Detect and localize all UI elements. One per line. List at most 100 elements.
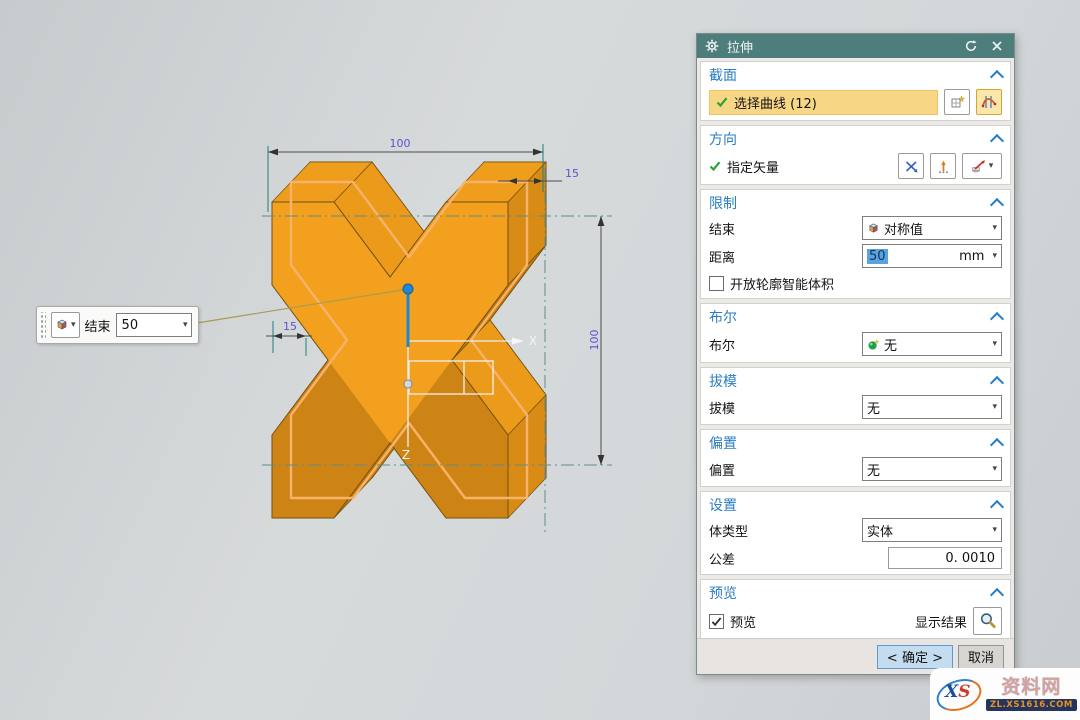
settings-card-header[interactable]: 设置 [701,492,1010,518]
boolean-dropdown[interactable]: 无 ▾ [862,332,1002,356]
distance-label: 距离 [709,247,735,266]
preview-card: 预览 预览 显示结果 [700,579,1011,638]
viewport-annotation-text: Z [402,448,410,462]
vector-arrow-icon [936,159,951,174]
draft-card-header[interactable]: 拔模 [701,368,1010,394]
boolean-none-icon [867,338,880,351]
offset-dropdown[interactable]: 无 ▾ [862,457,1002,481]
direction-card-title: 方向 [709,129,737,149]
sketch-section-icon [950,95,965,110]
close-button[interactable] [988,37,1006,55]
draft-dropdown[interactable]: 无 ▾ [862,395,1002,419]
offset-card-header[interactable]: 偏置 [701,430,1010,456]
offset-label: 偏置 [709,460,735,479]
dialog-title: 拉伸 [727,37,753,56]
boolean-card-header[interactable]: 布尔 [701,304,1010,330]
curve-rule-button[interactable] [976,89,1002,115]
dialog-titlebar[interactable]: 拉伸 [697,34,1014,58]
watermark-logo-s: S [958,682,970,702]
end-label: 结束 [709,219,735,238]
curve-icon [981,94,997,110]
collapse-chevron-icon[interactable] [990,70,1004,84]
chevron-down-icon: ▾ [989,162,994,171]
limits-card-header[interactable]: 限制 [701,190,1010,216]
application-window: XZ1001515100 ▾ 结束 50 ▾ [0,0,1080,720]
viewport-annotation-text: 100 [390,137,411,150]
floating-distance-toolbar[interactable]: ▾ 结束 50 ▾ [36,306,199,344]
toolbar-drag-handle[interactable] [39,312,46,338]
collapse-chevron-icon[interactable] [990,376,1004,390]
limits-card-title: 限制 [709,193,737,213]
dimension-arrow [297,333,306,339]
distance-input[interactable]: 50 mm ▾ [862,244,1002,268]
dimension-arrow [598,216,605,226]
chevron-down-icon: ▾ [992,526,997,535]
vector-dialog-button[interactable] [898,153,924,179]
end-label: 结束 [85,316,111,335]
check-icon [716,96,728,108]
end-type-dropdown[interactable]: 对称值 ▾ [862,216,1002,240]
check-icon [709,160,721,172]
open-profile-label: 开放轮廓智能体积 [730,274,834,293]
collapse-chevron-icon[interactable] [990,500,1004,514]
sketch-section-button[interactable] [944,89,970,115]
collapse-chevron-icon[interactable] [990,588,1004,602]
chevron-down-icon: ▾ [992,340,997,349]
settings-card: 设置 体类型 实体 ▾ 公差 0. 0010 [700,491,1011,575]
preview-card-header[interactable]: 预览 [701,580,1010,606]
gear-icon [705,39,719,53]
tolerance-label: 公差 [709,549,735,568]
viewport-annotation-text: 15 [565,167,579,180]
direction-card-header[interactable]: 方向 [701,126,1010,152]
select-curve-field[interactable]: 选择曲线 (12) [709,90,938,115]
distance-unit: mm [959,249,984,264]
drag-handle-point[interactable] [403,284,413,294]
end-distance-value: 50 [122,318,139,333]
preview-checkbox[interactable] [709,614,724,629]
show-result-button[interactable] [973,607,1002,635]
boolean-card: 布尔 布尔 无 ▾ [700,303,1011,363]
collapse-chevron-icon[interactable] [990,198,1004,212]
dimension-arrow [268,149,278,156]
boolean-value: 无 [884,335,988,354]
chevron-down-icon: ▾ [992,224,997,233]
ok-button[interactable]: < 确定 > [877,645,953,669]
draft-card: 拔模 拔模 无 ▾ [700,367,1011,425]
body-type-dropdown[interactable]: 实体 ▾ [862,518,1002,542]
direction-card: 方向 指定矢量 [700,125,1011,185]
body-type-label: 体类型 [709,521,748,540]
dialog-body: 截面 选择曲线 (12) [697,58,1014,638]
collapse-chevron-icon[interactable] [990,134,1004,148]
settings-card-title: 设置 [709,495,737,515]
preview-label: 预览 [730,612,756,631]
end-type-value: 对称值 [884,219,988,238]
draft-value: 无 [867,398,988,417]
collapse-chevron-icon[interactable] [990,438,1004,452]
tolerance-input[interactable]: 0. 0010 [888,547,1002,569]
cancel-button[interactable]: 取消 [958,645,1004,669]
section-card-header[interactable]: 截面 [701,62,1010,88]
end-distance-input[interactable]: 50 ▾ [116,313,192,337]
dimension-arrow [273,333,282,339]
vector-type-dropdown[interactable]: ▾ [962,153,1002,179]
boolean-label: 布尔 [709,335,735,354]
section-card: 截面 选择曲线 (12) [700,61,1011,121]
draft-card-title: 拔模 [709,371,737,391]
extent-type-dropdown[interactable]: ▾ [51,312,80,338]
dimension-arrow [533,149,543,156]
limits-card: 限制 结束 对称值 ▾ [700,189,1011,299]
collapse-chevron-icon[interactable] [990,312,1004,326]
open-profile-checkbox[interactable] [709,276,724,291]
boolean-card-title: 布尔 [709,307,737,327]
extrude-dialog: 拉伸 截面 [696,33,1015,675]
distance-value: 50 [867,249,888,264]
show-result-label: 显示结果 [915,612,967,631]
reset-button[interactable] [962,37,980,55]
specify-vector-label: 指定矢量 [727,157,779,176]
tolerance-value: 0. 0010 [945,551,995,566]
watermark-logo-x: X [945,682,958,702]
dimension-arrow [598,455,605,465]
point-dialog-button[interactable] [930,153,956,179]
chevron-down-icon: ▾ [992,252,997,261]
offset-value: 无 [867,460,988,479]
